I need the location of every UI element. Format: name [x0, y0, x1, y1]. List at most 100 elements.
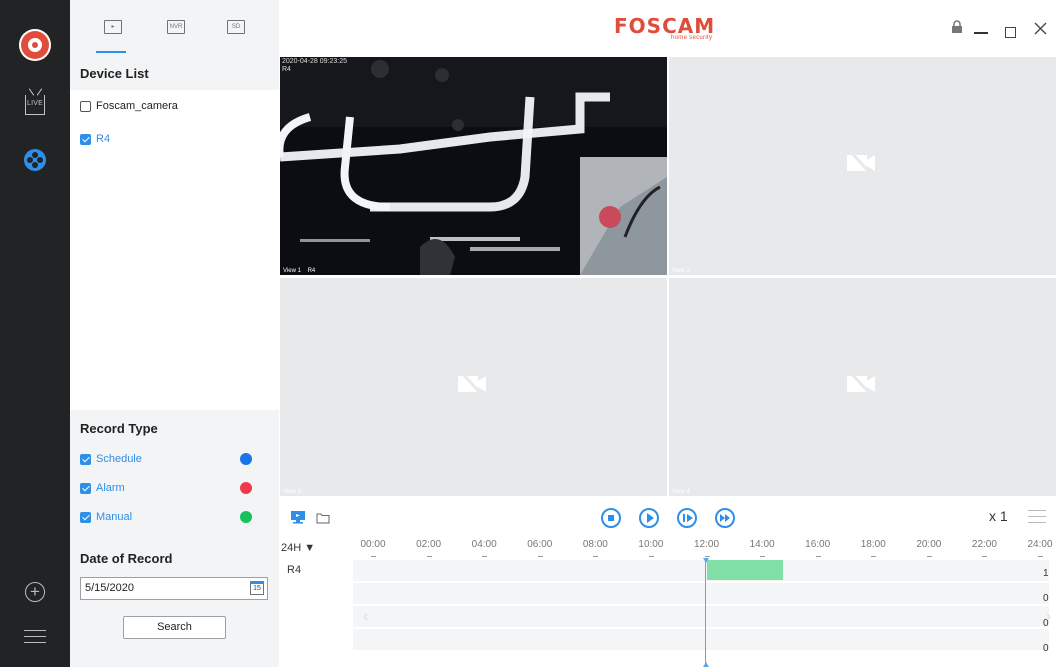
step-bar-icon	[683, 514, 685, 522]
record-type-label: Schedule	[96, 453, 142, 465]
dropdown-arrow-icon: ▼	[304, 542, 316, 554]
timeline-row[interactable]	[353, 559, 1049, 581]
hour-tick-label: 16:00	[805, 539, 831, 550]
hour-tick-mark	[537, 556, 543, 557]
scroll-right-icon[interactable]: ›	[1046, 608, 1051, 626]
fast-forward-button[interactable]	[715, 508, 735, 528]
device-item-r4[interactable]: R4	[80, 133, 110, 145]
row-count: 1	[1043, 568, 1049, 579]
record-type-manual[interactable]: Manual	[80, 511, 132, 523]
step-forward-button[interactable]	[677, 508, 697, 528]
lock-icon[interactable]	[951, 20, 963, 37]
play-icon	[647, 513, 654, 523]
play-button[interactable]	[639, 508, 659, 528]
timeline-row[interactable]	[353, 605, 1049, 627]
close-icon[interactable]	[1034, 22, 1047, 38]
recording-segment[interactable]	[706, 560, 783, 580]
folder-icon[interactable]	[316, 511, 330, 529]
maximize-icon[interactable]	[1005, 27, 1016, 38]
hour-tick-label: 12:00	[693, 539, 720, 550]
record-type-schedule[interactable]: Schedule	[80, 453, 142, 465]
playback-panel: ▸ NVR SD Device List Foscam_camera R4 Re…	[70, 0, 279, 667]
view-label: View 3	[283, 489, 301, 495]
device-checkbox[interactable]	[80, 100, 91, 112]
hour-tick-label: 02:00	[416, 539, 442, 550]
zoom-value: 24H	[281, 542, 302, 554]
hour-tick-label: 04:00	[471, 539, 497, 550]
hour-tick-mark	[1038, 556, 1043, 557]
hour-tick-label: 22:00	[971, 539, 997, 550]
hour-tick-mark	[593, 556, 599, 557]
view-channel: R4	[307, 268, 316, 274]
sd-card-icon: SD	[227, 20, 245, 34]
timeline-cursor[interactable]	[705, 558, 706, 667]
view-number: View 1	[283, 268, 301, 274]
hour-tick-label: 24:00	[1027, 539, 1053, 550]
record-date-value: 5/15/2020	[85, 582, 134, 594]
hour-tick-label: 00:00	[360, 539, 386, 550]
manual-checkbox[interactable]	[80, 511, 91, 523]
timeline-row-label: R4	[287, 564, 302, 576]
timeline-menu-icon[interactable]	[1028, 510, 1046, 528]
hour-tick-label: 20:00	[916, 539, 942, 550]
export-video-icon[interactable]	[290, 510, 306, 529]
record-type-title: Record Type	[80, 421, 158, 436]
video-view-2[interactable]: View 2	[669, 57, 1056, 275]
calendar-icon[interactable]: 15	[250, 581, 264, 595]
view-label: View 1 R4	[283, 268, 315, 274]
title-bar: FOSCAM home security	[279, 0, 1056, 57]
device-label: Foscam_camera	[96, 100, 178, 112]
hour-tick-mark	[760, 556, 766, 557]
tab-sd-card[interactable]: SD	[223, 16, 251, 44]
foscam-vms-window: LIVE + ▸ NVR SD Device List Foscam_camer…	[0, 0, 1056, 667]
hour-tick-mark	[648, 556, 654, 557]
timeline-zoom-select[interactable]: 24H ▼	[281, 542, 315, 554]
minimize-icon[interactable]	[974, 32, 988, 34]
video-view-1[interactable]: 2020-04-28 09:23:25 R4 View 1 R4	[280, 57, 667, 275]
hour-tick-label: 08:00	[582, 539, 608, 550]
hour-tick-label: 14:00	[749, 539, 775, 550]
video-view-3[interactable]: View 3	[280, 278, 667, 496]
active-tab-underline	[96, 51, 126, 53]
source-tabs: ▸ NVR SD	[70, 0, 279, 58]
record-date-field[interactable]: 5/15/2020 15	[80, 577, 268, 600]
hour-tick-label: 06:00	[527, 539, 553, 550]
monitor-play-icon: ▸	[104, 20, 122, 34]
hour-tick-mark	[815, 556, 821, 557]
timeline-row[interactable]	[353, 582, 1049, 604]
stop-button[interactable]	[601, 508, 621, 528]
tab-nvr[interactable]: NVR	[163, 16, 191, 44]
cursor-top-marker	[703, 558, 709, 563]
hour-tick-mark	[871, 556, 877, 557]
playback-film-reel-icon[interactable]	[24, 149, 46, 171]
hour-tick-mark	[482, 556, 488, 557]
alarm-checkbox[interactable]	[80, 482, 91, 494]
search-button[interactable]: Search	[123, 616, 226, 639]
timeline-row[interactable]	[353, 628, 1049, 650]
scroll-left-icon[interactable]: ‹	[363, 608, 368, 626]
stop-icon	[608, 515, 614, 521]
timeline[interactable]: 24H ▼ 00:00 02:00 04:00 06:00 08:00 10:00 12:0…	[279, 538, 1056, 667]
video-grid: 2020-04-28 09:23:25 R4 View 1 R4 View 2 …	[279, 57, 1056, 498]
playback-controls: x 1	[279, 498, 1056, 538]
schedule-checkbox[interactable]	[80, 453, 91, 465]
device-list: Foscam_camera R4	[70, 90, 279, 410]
live-view-icon[interactable]: LIVE	[25, 95, 45, 115]
playback-speed[interactable]: x 1	[989, 508, 1008, 524]
live-label: LIVE	[27, 100, 43, 107]
record-type-label: Alarm	[96, 482, 125, 494]
view-label: View 4	[672, 489, 690, 495]
view-label: View 2	[672, 268, 690, 274]
row-count: 0	[1043, 643, 1049, 654]
tab-local-playback[interactable]: ▸	[96, 16, 128, 53]
brand-tagline: home security	[671, 35, 713, 41]
main-menu-icon[interactable]	[24, 630, 46, 644]
record-type-alarm[interactable]: Alarm	[80, 482, 125, 494]
device-item-foscam-camera[interactable]: Foscam_camera	[80, 100, 178, 112]
hour-tick-mark	[371, 556, 376, 557]
video-view-4[interactable]: View 4	[669, 278, 1056, 496]
device-checkbox[interactable]	[80, 133, 91, 145]
add-device-icon[interactable]: +	[25, 582, 45, 602]
side-nav: LIVE +	[0, 0, 70, 667]
manual-color-dot	[240, 511, 252, 523]
